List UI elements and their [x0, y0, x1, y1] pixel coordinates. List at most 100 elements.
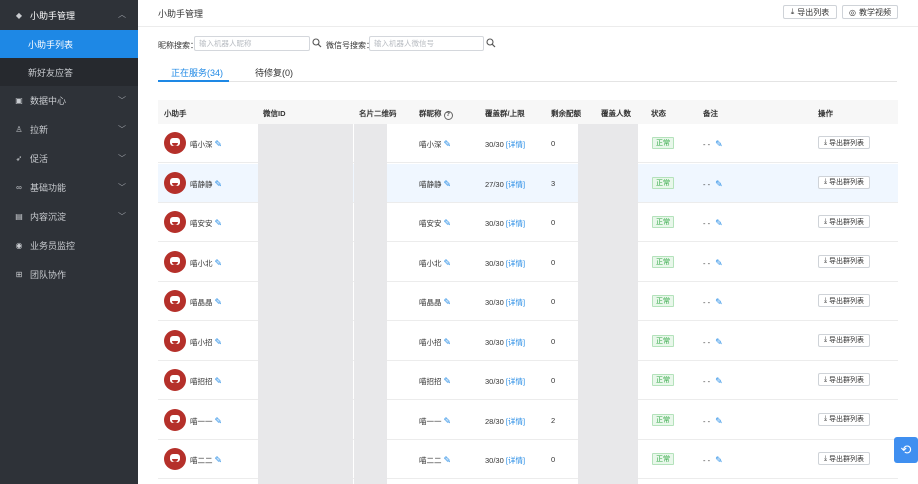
tutorial-video-button[interactable]: ◎ 教学视频 — [842, 5, 898, 19]
wechat-search-input[interactable]: 输入机器人微信号 — [369, 36, 484, 51]
chevron-down-icon: ﹀ — [118, 183, 126, 192]
status-badge: 正常 — [652, 334, 674, 347]
tab-in-service[interactable]: 正在服务(34) — [171, 66, 223, 79]
edit-icon[interactable]: ✎ — [215, 455, 223, 465]
download-icon: ⤓ — [823, 454, 828, 462]
eye-icon: ◉ — [15, 241, 23, 250]
edit-icon[interactable]: ✎ — [215, 218, 223, 228]
export-list-button[interactable]: ⤓ 导出列表 — [783, 5, 837, 19]
edit-icon[interactable]: ✎ — [444, 179, 452, 189]
edit-icon[interactable]: ✎ — [715, 376, 723, 386]
export-group-list-label: 导出群列表 — [829, 218, 865, 226]
status-badge: 正常 — [652, 176, 674, 189]
status-badge: 正常 — [652, 216, 674, 228]
remaining-quota: 0 — [551, 336, 556, 346]
user-icon: ♙ — [15, 125, 23, 134]
help-icon[interactable]: ? — [443, 111, 453, 120]
edit-icon[interactable]: ✎ — [215, 297, 223, 307]
edit-icon[interactable]: ✎ — [215, 337, 223, 347]
group-nickname: 喵静静 ✎ — [419, 178, 452, 189]
qrcode-column-redacted — [354, 124, 387, 484]
detail-link[interactable]: [详情] — [506, 456, 525, 465]
sidebar-item-data-center[interactable]: ▣ 数据中心 ﹀ — [0, 86, 138, 115]
edit-icon[interactable]: ✎ — [444, 218, 452, 228]
export-group-list-label: 导出群列表 — [829, 416, 865, 423]
export-list-label: 导出列表 — [797, 7, 830, 17]
detail-link[interactable]: [详情] — [506, 417, 525, 426]
coverage: 30/30 [详情] — [485, 456, 526, 465]
export-group-list-button[interactable]: ⤓ 导出群列表 — [818, 412, 870, 426]
search-icon[interactable] — [486, 38, 496, 48]
edit-icon[interactable]: ✎ — [715, 337, 723, 347]
sidebar-item-new-friend-reply[interactable]: 新好友应答 — [0, 58, 138, 86]
edit-icon[interactable]: ✎ — [215, 258, 223, 268]
sidebar-item-assistant-management[interactable]: ◆ 小助手管理 ︿ — [0, 0, 138, 30]
edit-icon[interactable]: ✎ — [715, 179, 723, 189]
export-group-list-button[interactable]: ⤓ 导出群列表 — [818, 215, 870, 228]
edit-icon[interactable]: ✎ — [215, 376, 223, 386]
refresh-floating-button[interactable]: ⟲ — [894, 437, 918, 463]
sidebar-item-acquisition[interactable]: ♙ 拉新 ﹀ — [0, 115, 138, 144]
edit-icon[interactable]: ✎ — [444, 337, 452, 347]
export-group-list-button[interactable]: ⤓ 导出群列表 — [818, 294, 870, 307]
detail-link[interactable]: [详情] — [506, 377, 525, 386]
tab-pending-repair[interactable]: 待修复(0) — [255, 66, 293, 79]
table-header: 小助手 微信ID 名片二维码 群昵称 ? 覆盖群/上限 剩余配额 覆盖人数 状态… — [158, 100, 898, 124]
edit-icon[interactable]: ✎ — [715, 455, 723, 465]
download-icon: ⤓ — [823, 336, 828, 343]
detail-link[interactable]: [详情] — [506, 140, 525, 149]
remaining-quota: 2 — [551, 415, 556, 425]
export-group-list-button[interactable]: ⤓ 导出群列表 — [818, 452, 870, 465]
group-nickname: 喵晶晶 ✎ — [419, 297, 452, 307]
export-group-list-label: 导出群列表 — [829, 337, 865, 344]
chevron-down-icon: ﹀ — [118, 96, 126, 105]
nickname-search-input[interactable]: 输入机器人昵称 — [194, 36, 310, 51]
assistant-name: 喵晶晶 ✎ — [190, 297, 223, 307]
export-group-list-button[interactable]: ⤓ 导出群列表 — [818, 254, 870, 268]
edit-icon[interactable]: ✎ — [215, 179, 223, 189]
edit-icon[interactable]: ✎ — [715, 258, 723, 268]
edit-icon[interactable]: ✎ — [444, 376, 452, 386]
edit-icon[interactable]: ✎ — [715, 416, 723, 426]
edit-icon[interactable]: ✎ — [715, 139, 723, 149]
export-group-list-button[interactable]: ⤓ 导出群列表 — [818, 175, 870, 189]
sidebar-item-team[interactable]: ⊞ 团队协作 — [0, 260, 138, 289]
coverage: 30/30 [详情] — [485, 298, 526, 307]
edit-icon[interactable]: ✎ — [444, 455, 452, 465]
edit-icon[interactable]: ✎ — [715, 218, 723, 228]
sidebar-item-activation[interactable]: ➶ 促活 ﹀ — [0, 144, 138, 173]
detail-link[interactable]: [详情] — [506, 298, 525, 307]
edit-icon[interactable]: ✎ — [715, 297, 723, 307]
search-icon[interactable] — [312, 38, 322, 48]
edit-icon[interactable]: ✎ — [215, 416, 223, 426]
sidebar-item-label: 促活 — [30, 154, 49, 164]
assistant-name: 喵一一 ✎ — [190, 415, 223, 426]
column-header-actions: 操作 — [818, 109, 833, 118]
sidebar-item-basic-functions[interactable]: ∞ 基础功能 ﹀ — [0, 173, 138, 202]
detail-link[interactable]: [详情] — [506, 338, 525, 347]
group-nickname: 喵安安 ✎ — [419, 218, 452, 228]
sidebar-item-assistant-list[interactable]: 小助手列表 — [0, 30, 138, 58]
edit-icon[interactable]: ✎ — [215, 139, 223, 149]
detail-link[interactable]: [详情] — [506, 180, 525, 189]
status-badge: 正常 — [652, 295, 674, 307]
edit-icon[interactable]: ✎ — [444, 416, 452, 426]
detail-link[interactable]: [详情] — [506, 219, 525, 228]
export-group-list-button[interactable]: ⤓ 导出群列表 — [818, 373, 870, 386]
export-group-list-button[interactable]: ⤓ 导出群列表 — [818, 136, 870, 149]
remaining-quota: 0 — [551, 139, 556, 148]
remark: - - ✎ — [703, 218, 723, 228]
edit-icon[interactable]: ✎ — [444, 297, 452, 307]
sidebar-item-content[interactable]: ▤ 内容沉淀 ﹀ — [0, 202, 138, 231]
group-nickname: 喵一一 ✎ — [419, 415, 452, 426]
edit-icon[interactable]: ✎ — [444, 258, 452, 268]
database-icon: ▣ — [15, 96, 23, 105]
wechat-search-placeholder: 输入机器人微信号 — [374, 39, 434, 48]
export-group-list-button[interactable]: ⤓ 导出群列表 — [818, 333, 870, 347]
edit-icon[interactable]: ✎ — [444, 139, 452, 149]
sidebar-item-salesman-monitor[interactable]: ◉ 业务员监控 — [0, 231, 138, 260]
column-header-group-nickname: 群昵称 ? — [419, 108, 453, 120]
main-content: 小助手管理 ⤓ 导出列表 ◎ 教学视频 昵称搜索： 输入机器人昵称 微信号搜索：… — [138, 0, 918, 484]
detail-link[interactable]: [详情] — [506, 259, 525, 268]
status-badge: 正常 — [652, 413, 674, 426]
